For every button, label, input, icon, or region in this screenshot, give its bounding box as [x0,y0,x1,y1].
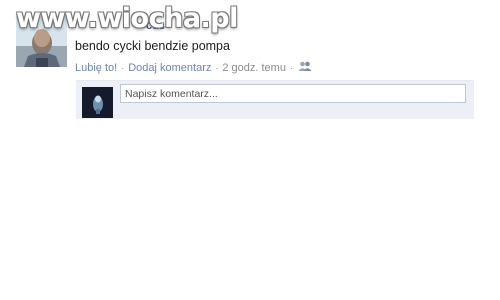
add-comment-link[interactable]: Dodaj komentarz [128,62,211,74]
like-link[interactable]: Lubię to! [75,62,117,74]
watermark-logo: www.wiocha.pl [16,3,238,34]
post-text: bendo cycki bendzie pompa [75,39,230,53]
comment-input[interactable] [120,84,466,103]
friends-icon[interactable] [298,61,312,75]
action-separator: · [215,63,219,73]
action-separator: · [289,63,293,73]
post-timestamp[interactable]: 2 godz. temu [222,62,286,74]
commenter-avatar [82,87,113,118]
action-separator: · [121,63,125,73]
post-actions: Lubię to! · Dodaj komentarz · 2 godz. te… [75,61,312,75]
comment-box [76,80,474,119]
